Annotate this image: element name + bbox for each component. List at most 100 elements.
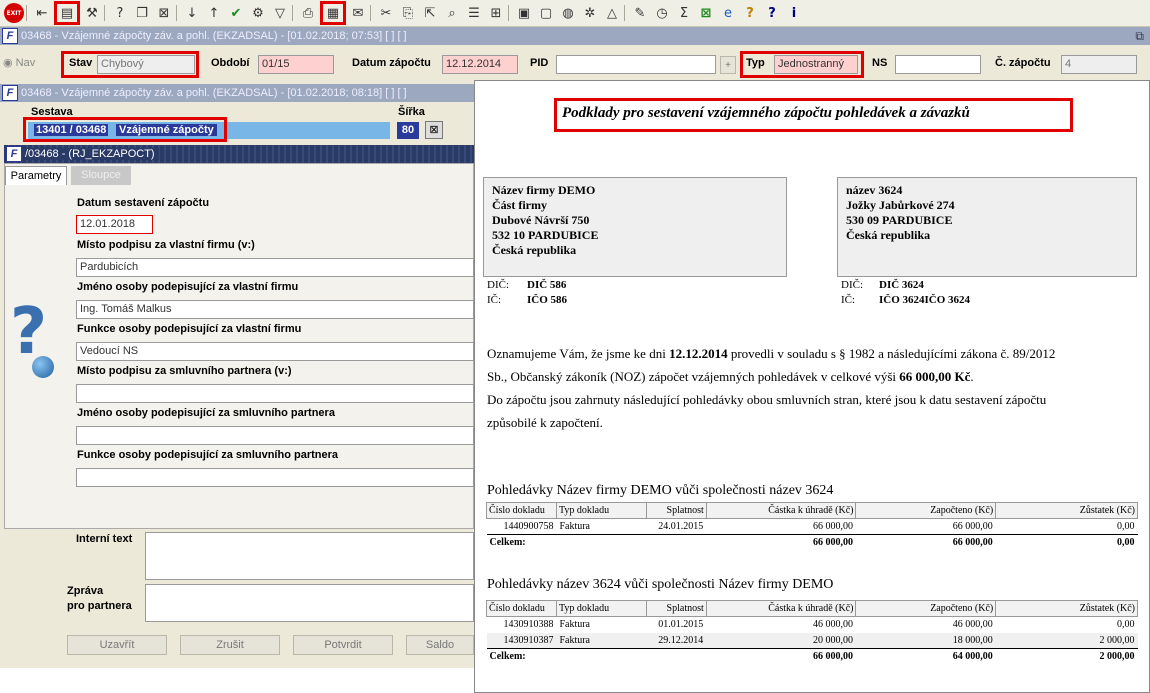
address-line: Část firmy — [492, 198, 547, 212]
interni-text-input[interactable] — [145, 532, 474, 580]
misto-podpisu-input[interactable]: Pardubicích — [76, 258, 474, 277]
paste-icon[interactable]: ⎘ — [398, 3, 418, 23]
cell: 64 000,00 — [952, 651, 993, 663]
uzavrit-button[interactable]: Uzavřít — [67, 635, 167, 655]
report-icon[interactable]: ▦ — [320, 1, 346, 25]
tab-parametry[interactable]: Parametry — [5, 166, 67, 185]
cell: 66 000,00 — [812, 521, 853, 532]
saldo-button[interactable]: Saldo — [406, 635, 474, 655]
left-address-box: Název firmy DEMO Část firmy Dubové Návrš… — [483, 177, 787, 277]
edit-icon[interactable]: ✎ — [630, 3, 650, 23]
zprava-partner-input[interactable] — [145, 584, 474, 622]
ns-field[interactable] — [895, 55, 981, 74]
cell: 24.01.2015 — [658, 521, 704, 532]
cut-icon[interactable]: ✂ — [376, 3, 396, 23]
field-label: Jméno osoby podepisující za vlastní firm… — [77, 281, 299, 293]
obdobi-field[interactable]: 01/15 — [258, 55, 334, 74]
window2-title: 03468 - Vzájemné zápočty záv. a pohl. (E… — [21, 87, 407, 99]
tab-sloupce[interactable]: Sloupce — [71, 166, 131, 185]
zprava-label-2: pro partnera — [67, 600, 132, 612]
help-find-icon[interactable]: ? — [110, 3, 130, 23]
sort-desc-icon[interactable]: ↑ — [204, 3, 224, 23]
save-icon[interactable]: ▣ — [514, 3, 534, 23]
sestava-code: 13401 / 03468 — [34, 124, 109, 136]
cell: 18 000,00 — [952, 634, 993, 646]
gear-icon[interactable]: ✲ — [580, 3, 600, 23]
globe-icon[interactable]: ◍ — [558, 3, 578, 23]
cell: 0,00 — [1117, 619, 1135, 631]
address-line: název 3624 — [846, 183, 903, 197]
wrench-icon[interactable]: ⚙ — [248, 3, 268, 23]
back-icon[interactable]: ⇤ — [32, 3, 52, 23]
browser-icon[interactable]: e — [718, 3, 738, 23]
stav-label: Stav — [69, 57, 93, 69]
attach-icon[interactable]: ⇱ — [420, 3, 440, 23]
copy-icon[interactable]: ❐ — [132, 3, 152, 23]
section2-title: Pohledávky název 3624 vůči společnosti N… — [487, 577, 834, 592]
list-icon[interactable]: ☰ — [464, 3, 484, 23]
pid-label: PID — [530, 57, 549, 69]
col-header: Částka k úhradě (Kč) — [705, 502, 857, 519]
sum-icon[interactable]: Σ — [674, 3, 694, 23]
tools-icon[interactable]: ⚒ — [82, 3, 102, 23]
chart-icon[interactable]: △ — [602, 3, 622, 23]
address-line: 530 09 PARDUBICE — [846, 213, 953, 227]
typ-field[interactable]: Jednostranný — [774, 55, 858, 74]
ns-label: NS — [872, 57, 888, 69]
zoom-icon[interactable]: ⌕ — [442, 3, 462, 23]
print-preview-icon[interactable]: ▤ — [54, 1, 80, 25]
col-header: Splatnost — [645, 600, 707, 617]
jmeno-osoby-input[interactable]: Ing. Tomáš Malkus — [76, 300, 474, 319]
col-header: Započteno (Kč) — [855, 600, 997, 617]
cell: 1440900758 — [503, 521, 554, 532]
tree-icon[interactable]: ⊞ — [486, 3, 506, 23]
stav-field[interactable]: Chybový — [97, 55, 195, 74]
filter-icon[interactable]: ▽ — [270, 3, 290, 23]
datum-field[interactable]: 12.12.2014 — [442, 55, 518, 74]
sort-asc-icon[interactable]: ↓ — [182, 3, 202, 23]
status-area — [0, 668, 474, 693]
help-question-icon: ? — [10, 300, 70, 380]
info-icon[interactable]: i — [784, 3, 804, 23]
col-header: Splatnost — [645, 502, 707, 519]
pid-plus-button[interactable]: + — [720, 56, 736, 74]
potvrdit-button[interactable]: Potvrdit — [293, 635, 393, 655]
misto-partner-input[interactable] — [76, 384, 474, 403]
funkce-partner-input[interactable] — [76, 468, 474, 487]
zprava-label: Zpráva — [67, 585, 104, 597]
cislo-label: Č. zápočtu — [995, 57, 1051, 69]
address-line: Česká republika — [846, 228, 931, 242]
help-icon[interactable]: ? — [740, 3, 760, 23]
delete-icon[interactable]: ⊠ — [154, 3, 174, 23]
para1b: provedli v souladu s § 1982 a následujíc… — [727, 346, 1056, 361]
mail-icon[interactable]: ✉ — [348, 3, 368, 23]
cell: Celkem: — [489, 651, 526, 663]
sirka-value[interactable]: 80 — [397, 122, 419, 139]
total-row: Celkem: 66 000,00 64 000,00 2 000,00 — [486, 648, 1138, 665]
paragraph-line4: způsobilé k započtení. — [487, 415, 603, 430]
cell: Celkem: — [489, 537, 526, 549]
zrusit-button[interactable]: Zrušit — [180, 635, 280, 655]
toolbar-separator — [104, 5, 108, 21]
field-label: Místo podpisu za vlastní firmu (v:) — [77, 239, 255, 251]
sestava-settings-icon[interactable]: ⊠ — [425, 121, 443, 139]
doc-icon[interactable]: ▢ — [536, 3, 556, 23]
cell: 46 000,00 — [952, 619, 993, 631]
window2-titlebar: F 03468 - Vzájemné zápočty záv. a pohl. … — [0, 84, 474, 102]
cislo-field[interactable]: 4 — [1061, 55, 1137, 74]
funkce-osoby-input[interactable]: Vedoucí NS — [76, 342, 474, 361]
app-logo-icon: F — [2, 28, 18, 44]
jmeno-partner-input[interactable] — [76, 426, 474, 445]
datum-sestaveni-input[interactable]: 12.01.2018 — [76, 215, 153, 234]
question-icon[interactable]: ? — [762, 3, 782, 23]
print-icon[interactable]: ⎙ — [298, 3, 318, 23]
nav-toggle[interactable]: ◉ Nav — [3, 56, 35, 69]
pid-field[interactable] — [556, 55, 716, 74]
sirka-label: Šířka — [398, 106, 425, 118]
excel-icon[interactable]: ⊠ — [696, 3, 716, 23]
cell: 2 000,00 — [1099, 634, 1135, 646]
check-icon[interactable]: ✔ — [226, 3, 246, 23]
exit-icon[interactable]: EXIT — [4, 3, 24, 23]
clock-icon[interactable]: ◷ — [652, 3, 672, 23]
restore-icon[interactable]: ⧉ — [1135, 29, 1144, 44]
